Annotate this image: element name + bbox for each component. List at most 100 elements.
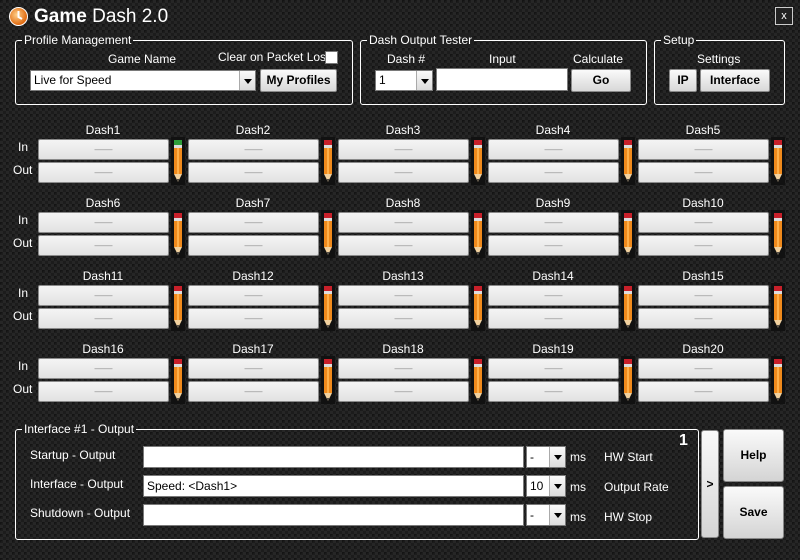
dash-out-field[interactable]: ——	[188, 308, 319, 329]
startup-ms-value: -	[530, 450, 534, 464]
pencil-edit-icon[interactable]	[771, 210, 785, 258]
save-button[interactable]: Save	[723, 486, 784, 539]
pencil-edit-icon[interactable]	[471, 210, 485, 258]
dash-in-field[interactable]: ——	[338, 285, 469, 306]
go-button[interactable]: Go	[571, 69, 631, 92]
setup-legend: Setup	[661, 33, 697, 47]
calculate-label: Calculate	[573, 52, 624, 66]
dash-in-field[interactable]: ——	[38, 139, 169, 160]
interface-ms-unit: ms	[570, 480, 586, 494]
dash-in-field[interactable]: ——	[638, 139, 769, 160]
hw-start-label: HW Start	[604, 450, 653, 464]
dash-title: Dash6	[85, 196, 121, 210]
game-select[interactable]: Live for Speed	[30, 70, 256, 91]
dash-in-field[interactable]: ——	[488, 358, 619, 379]
dash-in-field[interactable]: ——	[488, 139, 619, 160]
pencil-edit-icon[interactable]	[321, 283, 335, 331]
tester-input-field[interactable]	[436, 68, 568, 91]
profile-legend: Profile Management	[22, 33, 134, 47]
startup-output-field[interactable]	[143, 446, 524, 468]
dash-number-label: Dash #	[387, 52, 426, 66]
dash-out-field[interactable]: ——	[188, 162, 319, 183]
chevron-down-icon	[416, 71, 432, 90]
dash-in-field[interactable]: ——	[188, 139, 319, 160]
pencil-edit-icon[interactable]	[621, 356, 635, 404]
pencil-edit-icon[interactable]	[621, 283, 635, 331]
pencil-edit-icon[interactable]	[321, 356, 335, 404]
interface-button[interactable]: Interface	[700, 69, 770, 92]
next-interface-button[interactable]: >	[701, 430, 719, 538]
row-in-label: In	[18, 359, 29, 373]
dash-in-field[interactable]: ——	[338, 358, 469, 379]
dash-out-field[interactable]: ——	[638, 235, 769, 256]
dash-out-field[interactable]: ——	[38, 162, 169, 183]
dash-in-field[interactable]: ——	[488, 285, 619, 306]
chevron-down-icon	[549, 447, 565, 467]
pencil-edit-icon[interactable]	[621, 210, 635, 258]
dash-in-field[interactable]: ——	[188, 358, 319, 379]
dash-out-field[interactable]: ——	[338, 381, 469, 402]
pencil-edit-icon[interactable]	[771, 283, 785, 331]
pencil-edit-icon[interactable]	[771, 356, 785, 404]
interface-output-field[interactable]: Speed: <Dash1>	[143, 475, 524, 497]
dash-in-field[interactable]: ——	[38, 285, 169, 306]
dash-title: Dash5	[685, 123, 721, 137]
dash-out-field[interactable]: ——	[638, 381, 769, 402]
pencil-edit-icon[interactable]	[171, 210, 185, 258]
dash-number-select[interactable]: 1	[375, 70, 433, 91]
dash-out-field[interactable]: ——	[338, 162, 469, 183]
help-button[interactable]: Help	[723, 429, 784, 482]
dash-in-field[interactable]: ——	[638, 285, 769, 306]
startup-ms-unit: ms	[570, 450, 586, 464]
pencil-edit-icon[interactable]	[771, 137, 785, 185]
dash-in-field[interactable]: ——	[38, 212, 169, 233]
pencil-edit-icon[interactable]	[171, 137, 185, 185]
dash-title: Dash14	[532, 269, 574, 283]
dash-out-field[interactable]: ——	[488, 162, 619, 183]
dash-in-field[interactable]: ——	[638, 358, 769, 379]
dash-out-field[interactable]: ——	[188, 381, 319, 402]
dash-out-field[interactable]: ——	[188, 235, 319, 256]
output-rate-value: 10	[530, 479, 544, 493]
window-title: Game Dash 2.0	[34, 6, 169, 27]
shutdown-ms-select[interactable]: -	[526, 504, 566, 526]
pencil-edit-icon[interactable]	[471, 283, 485, 331]
pencil-edit-icon[interactable]	[621, 137, 635, 185]
dash-title: Dash16	[82, 342, 124, 356]
clear-packet-loss-checkbox[interactable]	[325, 51, 338, 64]
row-out-label: Out	[13, 309, 33, 323]
dash-in-field[interactable]: ——	[338, 139, 469, 160]
output-rate-select[interactable]: 10	[526, 475, 566, 497]
pencil-edit-icon[interactable]	[321, 137, 335, 185]
dash-out-field[interactable]: ——	[638, 308, 769, 329]
dash-in-field[interactable]: ——	[638, 212, 769, 233]
pencil-edit-icon[interactable]	[471, 356, 485, 404]
dash-out-field[interactable]: ——	[488, 308, 619, 329]
ip-button[interactable]: IP	[669, 69, 697, 92]
dash-out-field[interactable]: ——	[638, 162, 769, 183]
dash-in-field[interactable]: ——	[488, 212, 619, 233]
pencil-edit-icon[interactable]	[321, 210, 335, 258]
pencil-edit-icon[interactable]	[171, 356, 185, 404]
dash-out-field[interactable]: ——	[38, 381, 169, 402]
interface-number: 1	[679, 432, 688, 449]
row-out-label: Out	[13, 163, 33, 177]
dash-title: Dash15	[682, 269, 724, 283]
pencil-edit-icon[interactable]	[471, 137, 485, 185]
dash-out-field[interactable]: ——	[38, 235, 169, 256]
dash-out-field[interactable]: ——	[38, 308, 169, 329]
close-button[interactable]: x	[775, 7, 793, 25]
my-profiles-button[interactable]: My Profiles	[260, 69, 337, 92]
dash-out-field[interactable]: ——	[488, 381, 619, 402]
dash-in-field[interactable]: ——	[188, 285, 319, 306]
dash-in-field[interactable]: ——	[188, 212, 319, 233]
shutdown-output-field[interactable]	[143, 504, 524, 526]
dash-in-field[interactable]: ——	[38, 358, 169, 379]
dash-in-field[interactable]: ——	[338, 212, 469, 233]
pencil-edit-icon[interactable]	[171, 283, 185, 331]
dash-out-field[interactable]: ——	[338, 235, 469, 256]
dash-out-field[interactable]: ——	[488, 235, 619, 256]
dash-title: Dash1	[85, 123, 121, 137]
startup-ms-select[interactable]: -	[526, 446, 566, 468]
dash-out-field[interactable]: ——	[338, 308, 469, 329]
